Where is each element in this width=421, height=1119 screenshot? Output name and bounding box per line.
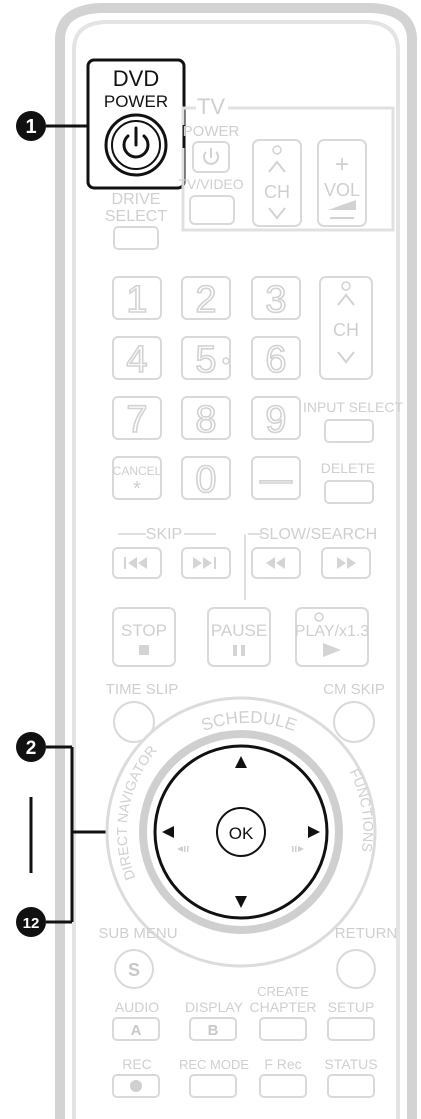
- drive-select-button[interactable]: [113, 226, 159, 250]
- svg-text:SUB MENU: SUB MENU: [98, 925, 177, 942]
- record-icon: [130, 1080, 142, 1092]
- transport-section: STOP PAUSE PLAY/x1.3: [112, 607, 370, 667]
- delete-group: DELETE: [321, 460, 375, 504]
- svg-text:REC: REC: [122, 1056, 152, 1072]
- svg-text:PLAY/x1.3: PLAY/x1.3: [295, 623, 370, 640]
- svg-text:AUDIO: AUDIO: [115, 999, 159, 1015]
- svg-text:9: 9: [265, 399, 286, 441]
- svg-text:SELECT: SELECT: [105, 208, 167, 225]
- setup-button[interactable]: [327, 1017, 375, 1041]
- delete-button[interactable]: [324, 480, 374, 504]
- svg-text:VOL: VOL: [324, 180, 360, 200]
- rec-mode-button[interactable]: [189, 1074, 237, 1098]
- svg-text:1: 1: [126, 279, 147, 321]
- svg-text:—: —: [260, 461, 292, 497]
- svg-text:CM SKIP: CM SKIP: [323, 681, 385, 698]
- svg-text:3: 3: [265, 279, 286, 321]
- ok-button[interactable]: OK: [216, 807, 266, 857]
- svg-text:REC MODE: REC MODE: [179, 1057, 249, 1072]
- cancel-group: CANCEL *: [112, 456, 162, 500]
- svg-text:+: +: [335, 151, 349, 178]
- tv-video-button[interactable]: [189, 195, 235, 225]
- svg-text:POWER: POWER: [104, 92, 168, 111]
- svg-text:B: B: [208, 1022, 219, 1039]
- svg-text:8: 8: [195, 399, 216, 441]
- return-button[interactable]: [336, 949, 376, 989]
- cm-skip-button[interactable]: [333, 701, 375, 743]
- svg-text:PAUSE: PAUSE: [211, 621, 267, 640]
- svg-text:SKIP: SKIP: [146, 526, 182, 543]
- svg-text:DRIVE: DRIVE: [112, 191, 161, 208]
- svg-text:7: 7: [126, 399, 147, 441]
- svg-text:DISPLAY: DISPLAY: [185, 999, 244, 1015]
- svg-text:CH: CH: [333, 320, 359, 340]
- svg-text:12: 12: [23, 915, 40, 932]
- callout-12: 12: [16, 907, 46, 937]
- svg-text:CREATE: CREATE: [257, 984, 309, 999]
- svg-text:5: 5: [195, 339, 216, 381]
- svg-text:TV/VIDEO: TV/VIDEO: [178, 176, 243, 192]
- svg-text:6: 6: [265, 339, 286, 381]
- svg-text:CANCEL: CANCEL: [113, 464, 162, 478]
- create-chapter-button[interactable]: [259, 1017, 307, 1041]
- svg-text:1: 1: [25, 116, 36, 138]
- svg-text:0: 0: [195, 459, 216, 501]
- svg-text:A: A: [131, 1022, 142, 1039]
- callout-2: 2: [16, 732, 46, 762]
- svg-text:STATUS: STATUS: [324, 1056, 377, 1072]
- svg-text:DVD: DVD: [113, 66, 159, 91]
- svg-text:INPUT SELECT: INPUT SELECT: [303, 399, 404, 415]
- status-button[interactable]: [327, 1074, 375, 1098]
- svg-text:F Rec: F Rec: [264, 1056, 301, 1072]
- stop-icon: [139, 645, 149, 655]
- svg-text:SETUP: SETUP: [328, 999, 375, 1015]
- input-select-button[interactable]: [324, 419, 374, 443]
- svg-text:RETURN: RETURN: [335, 925, 398, 942]
- svg-text:STOP: STOP: [121, 621, 167, 640]
- svg-text:S: S: [128, 960, 140, 980]
- svg-text:CH: CH: [264, 182, 290, 202]
- remote-control-diagram: 1 2 12 DVD POWER TV POWER TV/VIDEO CH + …: [16, 2, 417, 1119]
- svg-text:SLOW/SEARCH: SLOW/SEARCH: [259, 526, 377, 543]
- f-rec-button[interactable]: [259, 1074, 307, 1098]
- svg-text:TIME SLIP: TIME SLIP: [106, 681, 179, 698]
- svg-text:TV: TV: [197, 94, 225, 119]
- svg-text:4: 4: [126, 339, 147, 381]
- svg-text:*: *: [133, 478, 141, 500]
- dvd-power-button[interactable]: [104, 113, 168, 177]
- svg-text:2: 2: [195, 279, 216, 321]
- svg-text:CHAPTER: CHAPTER: [250, 999, 317, 1015]
- svg-text:POWER: POWER: [183, 123, 240, 140]
- svg-text:OK: OK: [229, 824, 254, 843]
- svg-text:2: 2: [26, 738, 37, 759]
- drive-select-group: DRIVE SELECT: [105, 191, 167, 250]
- svg-text:DELETE: DELETE: [321, 460, 375, 476]
